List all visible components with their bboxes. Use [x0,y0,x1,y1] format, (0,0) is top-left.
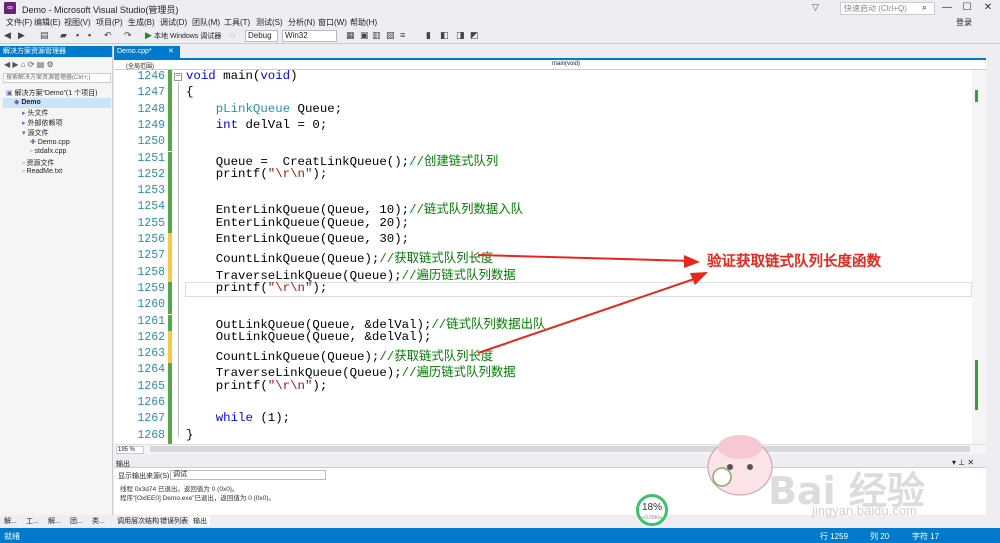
arrow-head-bottom [690,272,708,285]
speed-percent: 18% [641,502,662,513]
watermark-url: jingyan.baidu.com [812,503,917,518]
speed-value: +0.09K/s [642,515,662,521]
arrow-head-top [684,255,700,268]
mascot-image [707,435,773,496]
arrow-line-bottom [477,276,701,354]
annotation-text: 验证获取链式队列长度函数 [707,254,881,270]
speed-badge: 18% +0.09K/s [636,494,668,526]
arrow-line-top [477,254,693,262]
